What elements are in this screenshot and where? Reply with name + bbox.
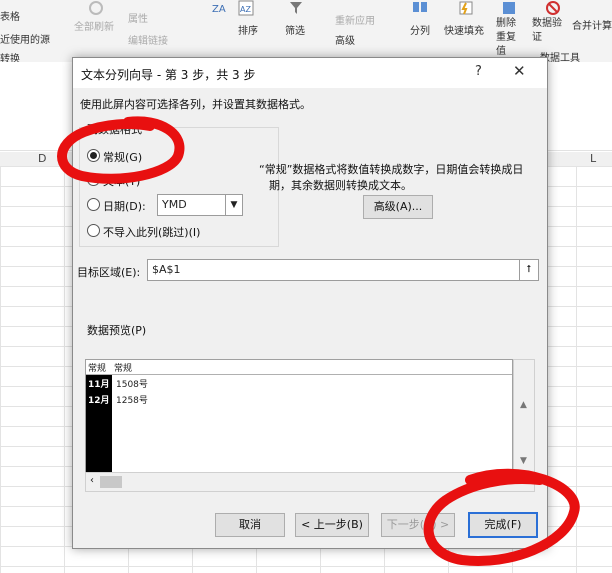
- destination-input[interactable]: $A$1 ⭡: [147, 259, 539, 281]
- radio-skip[interactable]: [87, 224, 100, 237]
- scroll-down-icon[interactable]: ▼: [520, 456, 527, 466]
- radio-text[interactable]: [87, 173, 100, 186]
- column-header-d[interactable]: D: [38, 152, 46, 165]
- column-header-l[interactable]: L: [590, 152, 596, 165]
- properties-button[interactable]: 属性: [128, 10, 148, 25]
- sort-az-icon: ZA: [212, 4, 226, 15]
- dialog-title: 文本分列向导 - 第 3 步，共 3 步: [81, 68, 256, 82]
- text-to-columns-button[interactable]: 分列: [410, 22, 430, 37]
- scroll-up-icon[interactable]: ▲: [520, 400, 527, 410]
- flash-fill-button[interactable]: 快速填充: [444, 22, 484, 37]
- date-format-value: YMD: [162, 198, 187, 211]
- ribbon-item-table[interactable]: 表格: [0, 8, 20, 23]
- radio-skip-label[interactable]: 不导入此列(跳过)(I): [103, 224, 200, 240]
- data-validation-button[interactable]: 数据验证: [532, 17, 566, 45]
- refresh-all-button[interactable]: 全部刷新: [74, 18, 114, 33]
- scroll-right-icon[interactable]: ›: [504, 475, 508, 486]
- flash-fill-icon: [459, 1, 473, 15]
- remove-duplicates-icon: [503, 2, 515, 14]
- preview-cell-r2c1: 12月: [88, 396, 110, 406]
- preview-cell-r2c2: 1258号: [116, 396, 148, 406]
- back-button[interactable]: < 上一步(B): [295, 513, 369, 537]
- remove-duplicates-button[interactable]: 删除重复值: [496, 17, 524, 59]
- preview-cell-r1c2: 1508号: [116, 380, 148, 390]
- sort-box-icon: AZ: [238, 0, 254, 16]
- radio-general-label[interactable]: 常规(G): [103, 149, 142, 165]
- scroll-thumb[interactable]: [100, 476, 122, 488]
- close-icon[interactable]: ✕: [513, 62, 526, 80]
- help-icon[interactable]: ?: [475, 64, 482, 79]
- instruction-text: 使用此屏内容可选择各列，并设置其数据格式。: [80, 98, 311, 111]
- preview-vertical-scrollbar[interactable]: ▲ ▼: [513, 359, 535, 473]
- chevron-down-icon[interactable]: ▼: [225, 195, 242, 215]
- radio-text-label[interactable]: 文本(T): [103, 173, 140, 189]
- radio-date[interactable]: [87, 198, 100, 211]
- filter-icon: [290, 2, 302, 14]
- svg-text:AZ: AZ: [240, 5, 251, 14]
- consolidate-button[interactable]: 合并计算: [572, 17, 612, 32]
- radio-date-label[interactable]: 日期(D):: [103, 198, 146, 214]
- date-format-select[interactable]: YMD ▼: [157, 194, 243, 216]
- preview-header-col2[interactable]: 常规: [114, 361, 132, 374]
- scroll-left-icon[interactable]: ‹: [90, 475, 94, 486]
- sort-button[interactable]: 排序: [238, 22, 258, 37]
- preview-header-col1[interactable]: 常规: [88, 361, 106, 374]
- dialog-footer: 取消 < 上一步(B) 下一步(N) > 完成(F): [73, 498, 547, 548]
- radio-general[interactable]: [87, 149, 100, 162]
- dialog-titlebar: 文本分列向导 - 第 3 步，共 3 步 ? ✕: [73, 58, 547, 88]
- next-button[interactable]: 下一步(N) >: [381, 513, 455, 537]
- cancel-button[interactable]: 取消: [215, 513, 285, 537]
- filter-button[interactable]: 筛选: [285, 22, 305, 37]
- advanced-button[interactable]: 高级(A)...: [363, 195, 433, 219]
- svg-text:ZA: ZA: [212, 4, 226, 15]
- format-description-line1: “常规”数据格式将数值转换成数字，日期值会转换成日: [259, 163, 524, 176]
- collapse-dialog-icon[interactable]: ⭡: [519, 260, 538, 280]
- text-to-columns-icon: [413, 2, 427, 12]
- column-format-group-label: 列数据格式: [85, 121, 144, 137]
- data-preview-label: 数据预览(P): [87, 324, 147, 337]
- data-validation-icon: [546, 1, 560, 15]
- advanced-filter-button[interactable]: 高级: [335, 32, 355, 47]
- text-to-columns-wizard-dialog: 文本分列向导 - 第 3 步，共 3 步 ? ✕ 使用此屏内容可选择各列，并设置…: [72, 57, 548, 549]
- edit-links-button[interactable]: 编辑链接: [128, 32, 168, 47]
- preview-horizontal-scrollbar[interactable]: ‹ ›: [85, 472, 535, 492]
- preview-cell-r1c1: 11月: [88, 380, 110, 390]
- destination-value: $A$1: [152, 263, 181, 276]
- reapply-button[interactable]: 重新应用: [335, 12, 375, 27]
- ribbon-item-recent-sources[interactable]: 近使用的源: [0, 31, 50, 46]
- finish-button[interactable]: 完成(F): [468, 512, 538, 538]
- refresh-icon: [89, 1, 103, 15]
- ribbon: 表格 近使用的源 转换 全部刷新 属性 编辑链接 ZA AZ 排序 筛选 重新应…: [0, 0, 612, 65]
- format-description-line2: 期，其余数据则转换成文本。: [269, 179, 412, 192]
- destination-label: 目标区域(E):: [77, 266, 141, 279]
- data-preview-area[interactable]: 常规 常规 11月 1508号 12月 1258号: [85, 359, 513, 473]
